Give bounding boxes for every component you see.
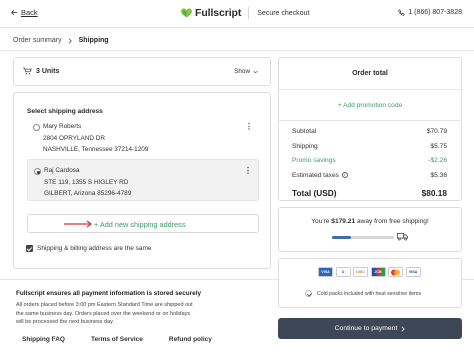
breadcrumb-order-summary[interactable]: Order summary [13, 37, 62, 44]
shipping-address-title: Select shipping address [27, 108, 103, 115]
address-option-selected[interactable]: Raj Cardosa STE 119, 1355 S HIGLEY RD GI… [27, 159, 259, 201]
promo-divider [279, 120, 461, 121]
taxes-value: $5.36 [430, 172, 447, 179]
free-shipping-progress-card: You're $179.21 away from free shipping! [278, 207, 462, 252]
order-total-divider [279, 89, 461, 90]
breadcrumb-shipping: Shipping [78, 37, 109, 44]
add-new-address-label: + Add new shipping address [94, 220, 186, 229]
promo-savings-value: -$2.26 [428, 157, 447, 164]
free-shipping-amount: $179.21 [331, 218, 356, 225]
brand: Fullscript Secure checkout [181, 7, 309, 19]
refund-policy-link[interactable]: Refund policy [169, 336, 212, 343]
chevron-right-icon [401, 325, 406, 332]
free-shipping-progress-bar [332, 236, 394, 239]
brand-divider [248, 7, 250, 19]
cold-packs-label: Cold packs included with heat sensitive … [317, 290, 422, 297]
free-shipping-prefix: You're [311, 218, 332, 225]
discover-card-icon: DISC [353, 267, 368, 277]
accepted-cards: VISA D DISC JCB VISA [318, 267, 421, 277]
total-label: Total (USD) [292, 188, 337, 198]
visa-card-icon: VISA [318, 267, 333, 277]
subtotal-value: $70.79 [426, 128, 447, 135]
payment-methods-card: VISA D DISC JCB VISA Cold packs included… [278, 258, 462, 308]
shipping-faq-link[interactable]: Shipping FAQ [22, 336, 65, 343]
policy-line: the same business day. Orders placed ove… [16, 310, 191, 317]
truck-icon [397, 232, 408, 241]
shipping-label: Shipping [292, 143, 318, 150]
policy-line: will be processed the next business day. [16, 319, 115, 326]
visa-card-icon: VISA [405, 267, 421, 277]
billing-same-label: Shipping & billing address are the same [37, 245, 152, 252]
taxes-label-wrap: Estimated taxes i [292, 172, 348, 179]
address-lines: Raj Cardosa STE 119, 1355 S HIGLEY RD GI… [44, 165, 131, 200]
free-shipping-message: You're $179.21 away from free shipping! [279, 218, 461, 225]
address-lines: Mary Roberts 2804 OPRYLAND DR NASHVILLE,… [43, 121, 148, 156]
secure-checkout-label: Secure checkout [257, 9, 310, 17]
taxes-label: Estimated taxes [292, 172, 339, 179]
shipping-address-card: Select shipping address Mary Roberts 280… [13, 92, 271, 269]
promo-savings-label: Promo savings [292, 157, 336, 164]
address-line1: 2804 OPRYLAND DR [43, 134, 106, 142]
checkbox-checked-icon[interactable] [26, 245, 33, 252]
kebab-menu-icon[interactable]: ⋮ [244, 166, 252, 175]
breadcrumb-divider [0, 50, 474, 51]
cold-packs-note: Cold packs included with heat sensitive … [305, 290, 421, 297]
jcb-card-icon: JCB [370, 267, 386, 277]
show-items-toggle[interactable]: Show [234, 68, 258, 75]
progress-fill [332, 236, 351, 239]
address-radio[interactable] [33, 124, 40, 131]
breadcrumb: Order summary Shipping [13, 37, 109, 44]
payment-security-info: Fullscript ensures all payment informati… [16, 290, 276, 327]
top-bar: Back Fullscript Secure checkout 1 (866) … [0, 0, 474, 28]
add-new-shipping-address-button[interactable]: + Add new shipping address [27, 214, 259, 233]
terms-of-service-link[interactable]: Terms of Service [91, 336, 143, 343]
chevron-down-icon [253, 70, 258, 73]
shipping-row: Shipping $5.75 [292, 143, 447, 150]
security-heading: Fullscript ensures all payment informati… [16, 290, 202, 297]
shipping-policy-text: All orders placed before 3:00 pm Eastern… [16, 301, 276, 327]
total-row: Total (USD) $80.18 [292, 188, 447, 198]
policy-line: All orders placed before 3:00 pm Eastern… [16, 302, 193, 308]
units-summary: 3 Units Show [13, 57, 271, 86]
back-link[interactable]: Back [11, 8, 38, 17]
cart-icon [23, 67, 32, 75]
order-total-title: Order total [352, 70, 388, 77]
address-name: Mary Roberts [43, 123, 82, 130]
total-value: $80.18 [421, 188, 447, 198]
chevron-right-icon [68, 37, 72, 44]
free-shipping-suffix: away from free shipping! [355, 218, 429, 225]
phone-number: 1 (866) 807-3828 [408, 9, 462, 16]
subtotal-label: Subtotal [292, 128, 317, 135]
support-phone[interactable]: 1 (866) 807-3828 [398, 9, 462, 16]
address-line1: STE 119, 1355 S HIGLEY RD [44, 178, 129, 186]
kebab-menu-icon[interactable]: ⋮ [245, 122, 253, 131]
footer-links: Shipping FAQ Terms of Service Refund pol… [22, 336, 212, 343]
arrow-right-icon [64, 220, 93, 228]
address-radio-selected[interactable] [34, 168, 41, 175]
mastercard-card-icon [388, 267, 403, 277]
promo-savings-row: Promo savings -$2.26 [292, 157, 447, 164]
check-circle-icon [305, 290, 312, 297]
add-promotion-code-link[interactable]: + Add promotion code [279, 102, 461, 109]
address-line2: NASHVILLE, Tennessee 37214-1209 [43, 146, 149, 153]
continue-label: Continue to payment [334, 325, 398, 332]
show-label: Show [234, 68, 250, 75]
billing-same-checkbox[interactable]: Shipping & billing address are the same [26, 245, 152, 252]
back-label: Back [21, 8, 38, 17]
units-count: 3 Units [36, 68, 60, 75]
arrow-left-icon [11, 10, 18, 15]
address-name: Raj Cardosa [44, 167, 80, 174]
info-icon[interactable]: i [341, 172, 348, 178]
estimated-taxes-row: Estimated taxes i $5.36 [292, 172, 447, 179]
order-total-card: Order total + Add promotion code Subtota… [278, 57, 462, 201]
fullscript-logo-icon [181, 8, 192, 18]
address-option[interactable]: Mary Roberts 2804 OPRYLAND DR NASHVILLE,… [27, 121, 259, 157]
diners-card-icon: D [335, 267, 351, 277]
brand-name: Fullscript [195, 7, 242, 19]
address-line2: GILBERT, Arizona 85296-4789 [44, 190, 132, 197]
continue-to-payment-button[interactable]: Continue to payment [278, 318, 462, 339]
phone-icon [398, 9, 406, 16]
shipping-value: $5.75 [430, 143, 447, 150]
subtotal-row: Subtotal $70.79 [292, 128, 447, 135]
